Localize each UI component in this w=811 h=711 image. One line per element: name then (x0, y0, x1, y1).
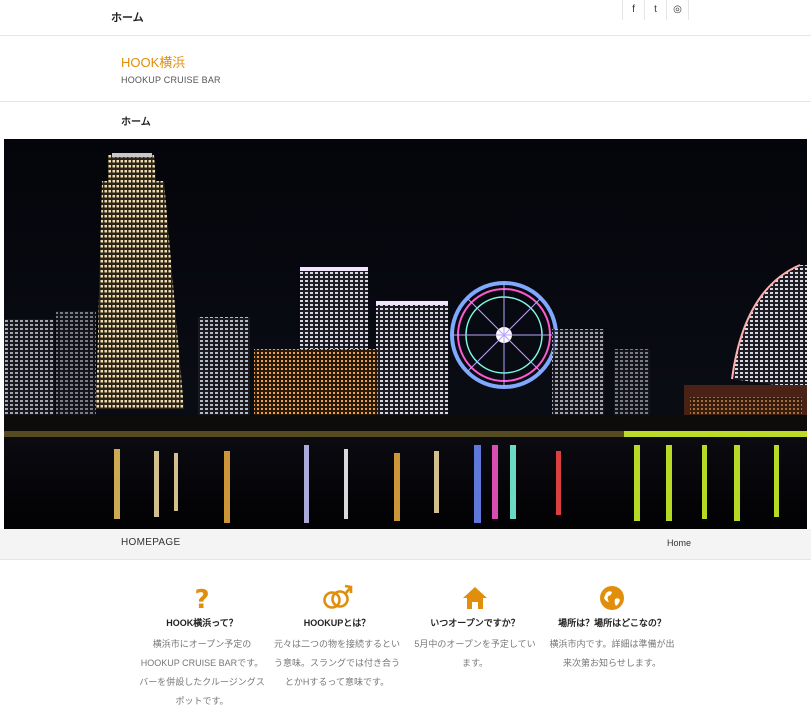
question-icon: ? (194, 585, 209, 612)
city-night-skyline-image (4, 139, 807, 529)
breadcrumb-home[interactable]: Home (667, 538, 691, 548)
home-icon (463, 587, 487, 609)
top-home-link[interactable]: ホーム (111, 9, 144, 25)
feature-text: 横浜市にオープン予定のHOOKUP CRUISE BARです。バーを併設したクル… (139, 639, 265, 706)
feature-opening: いつオープンですか？ 5月中のオープンを予定しています。 (411, 584, 539, 673)
site-header: HOOK横浜 HOOKUP CRUISE BAR (0, 36, 811, 102)
feature-text: 横浜市内です。詳細は準備が出来次第お知らせします。 (549, 639, 675, 668)
top-bar: ホーム f t ◎ (0, 0, 811, 36)
feature-text: 5月中のオープンを予定しています。 (414, 639, 536, 668)
svg-text:?: ? (194, 585, 209, 612)
instagram-icon[interactable]: ◎ (666, 0, 689, 20)
gender-icon (323, 584, 353, 609)
feature-location: 場所は？場所はどこなの？ 横浜市内です。詳細は準備が出来次第お知らせします。 (548, 584, 676, 673)
page-title-bar: HOMEPAGE Home (0, 529, 811, 560)
page-heading: HOMEPAGE (121, 537, 181, 548)
site-title[interactable]: HOOK横浜 (121, 52, 185, 71)
feature-about: ? HOOK横浜って？ 横浜市にオープン予定のHOOKUP CRUISE BAR… (138, 584, 266, 711)
site-tagline: HOOKUP CRUISE BAR (121, 75, 221, 85)
main-nav: ホーム (0, 102, 811, 138)
nav-item-home[interactable]: ホーム (121, 113, 151, 128)
feature-title: HOOKUPとは？ (303, 618, 371, 628)
hero-image (4, 139, 807, 529)
twitter-icon[interactable]: t (644, 0, 666, 20)
social-links: f t ◎ (622, 0, 689, 20)
feature-title: 場所は？場所はどこなの？ (558, 618, 666, 628)
globe-icon (600, 586, 624, 610)
feature-title: HOOK横浜って？ (166, 618, 238, 628)
facebook-icon[interactable]: f (622, 0, 644, 20)
feature-text: 元々は二つの物を接続するという意味。スラングでは付き合うとかHするって意味です。 (273, 639, 400, 687)
feature-title: いつオープンですか？ (430, 618, 520, 628)
feature-meaning: HOOKUPとは？ 元々は二つの物を接続するという意味。スラングでは付き合うとか… (273, 584, 401, 692)
